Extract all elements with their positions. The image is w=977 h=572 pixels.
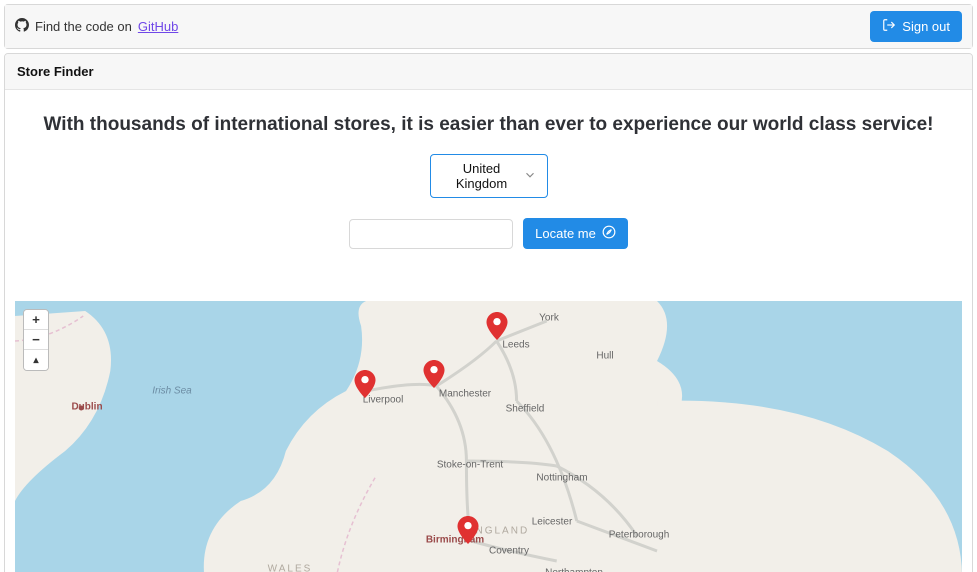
content-panel: Store Finder With thousands of internati… — [4, 53, 973, 572]
label-northampton: Northampton — [545, 568, 603, 572]
github-link[interactable]: GitHub — [138, 19, 178, 34]
label-peterborough: Peterborough — [609, 530, 670, 541]
find-code-label: Find the code on — [35, 19, 132, 34]
section-title: Store Finder — [5, 54, 972, 90]
country-select[interactable]: United Kingdom — [430, 154, 548, 198]
label-irish-sea: Irish Sea — [152, 386, 191, 397]
label-leicester: Leicester — [532, 517, 573, 528]
header-panel: Find the code on GitHub Sign out — [4, 4, 973, 49]
label-sheffield: Sheffield — [506, 404, 545, 415]
zoom-in-button[interactable]: + — [24, 310, 48, 330]
map[interactable]: + − ▴ Irish Sea Dublin Liverpool Manches… — [15, 301, 962, 572]
top-bar: Find the code on GitHub Sign out — [5, 5, 972, 48]
signout-button[interactable]: Sign out — [870, 11, 962, 42]
hero: With thousands of international stores, … — [5, 90, 972, 259]
signout-label: Sign out — [902, 19, 950, 34]
zoom-control: + − ▴ — [23, 309, 49, 371]
zoom-out-button[interactable]: − — [24, 330, 48, 350]
label-dublin: Dublin — [71, 402, 102, 413]
locate-button[interactable]: Locate me — [523, 218, 628, 249]
label-england: ENGLAND — [467, 526, 529, 537]
label-manchester: Manchester — [439, 389, 491, 400]
signout-icon — [882, 18, 896, 35]
locate-label: Locate me — [535, 226, 596, 241]
locate-row: Locate me — [21, 218, 956, 249]
label-stoke: Stoke-on-Trent — [437, 460, 503, 471]
label-liverpool: Liverpool — [363, 395, 404, 406]
label-coventry: Coventry — [489, 546, 529, 557]
label-hull: Hull — [596, 351, 613, 362]
label-leeds: Leeds — [502, 340, 529, 351]
chevron-down-icon — [523, 168, 537, 185]
map-container: + − ▴ Irish Sea Dublin Liverpool Manches… — [15, 301, 962, 572]
label-nottingham: Nottingham — [536, 473, 587, 484]
label-wales: WALES — [268, 564, 313, 572]
zoom-reset-button[interactable]: ▴ — [24, 350, 48, 370]
github-row: Find the code on GitHub — [15, 18, 178, 35]
github-icon — [15, 18, 29, 35]
country-selected-label: United Kingdom — [441, 161, 523, 191]
compass-icon — [602, 225, 616, 242]
search-input[interactable] — [349, 219, 513, 249]
hero-title: With thousands of international stores, … — [21, 114, 956, 136]
label-york: York — [539, 313, 559, 324]
